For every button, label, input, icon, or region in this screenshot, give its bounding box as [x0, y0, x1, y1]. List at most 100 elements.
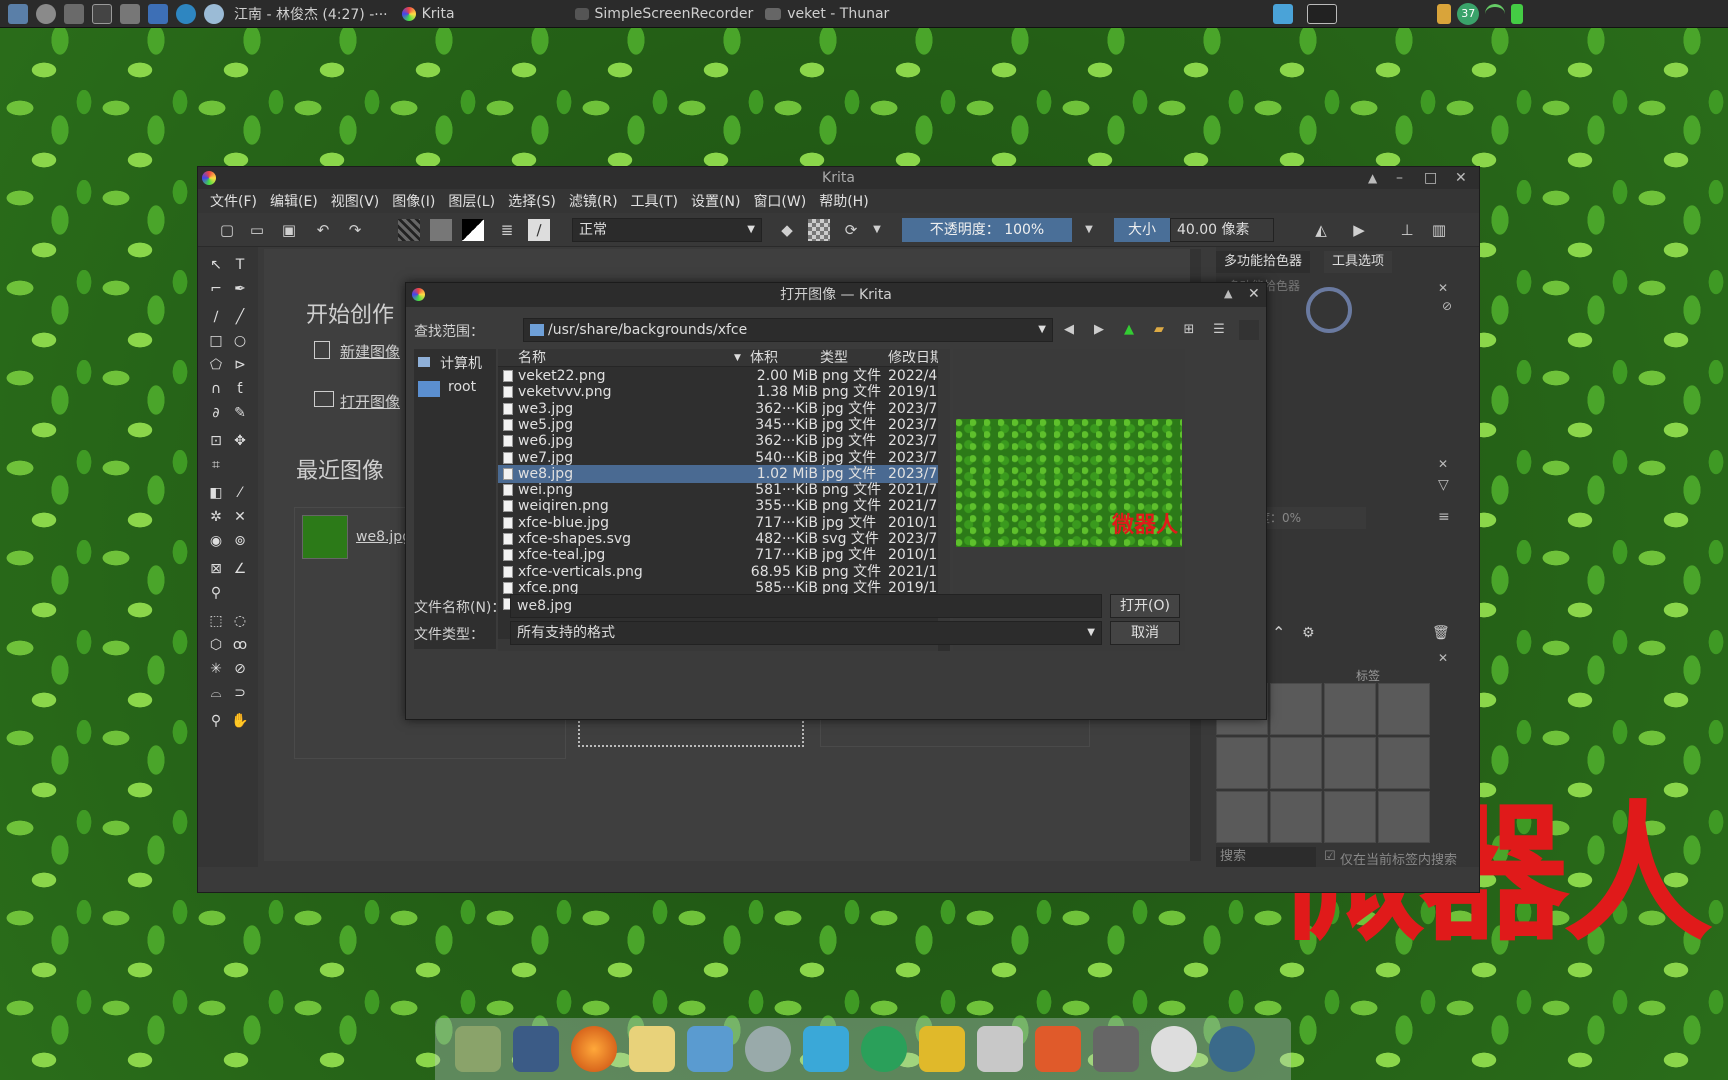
forward-icon[interactable]: ▶ — [1089, 320, 1109, 340]
chevron-down-icon[interactable]: ▼ — [1078, 219, 1100, 241]
taskbar-krita-item[interactable]: Krita — [422, 6, 455, 22]
file-row[interactable]: we5.jpg 345···KiB jpg 文件 2023/7 — [498, 416, 938, 434]
filter-icon[interactable]: ▽ — [1438, 477, 1449, 493]
close-icon[interactable]: ✕ — [1438, 281, 1448, 295]
brush-preset[interactable] — [1324, 683, 1376, 735]
brush-settings-icon[interactable]: ≣ — [496, 219, 518, 241]
smart-fill-icon[interactable]: ✕ — [230, 507, 250, 527]
text-tool-icon[interactable]: T — [230, 255, 250, 275]
chevron-down-icon[interactable]: ▼ — [866, 219, 888, 241]
open-button[interactable]: 打开(O) — [1110, 594, 1180, 618]
undo-icon[interactable]: ↶ — [312, 219, 334, 241]
tab-tool-options[interactable]: 工具选项 — [1324, 251, 1393, 273]
gradient-icon[interactable] — [398, 219, 420, 241]
file-row[interactable]: wei.png 581···KiB png 文件 2021/7 — [498, 481, 938, 499]
dock-rocket-icon[interactable] — [1035, 1026, 1081, 1072]
layer-properties-icon[interactable]: ⚙ — [1302, 625, 1315, 641]
filename-input[interactable]: we8.jpg — [510, 594, 1102, 618]
menu-filter[interactable]: 滤镜(R) — [569, 191, 618, 211]
checkmark-icon[interactable] — [176, 3, 196, 24]
menu-help[interactable]: 帮助(H) — [819, 191, 868, 211]
desktop-switch-icon[interactable] — [1273, 3, 1294, 24]
recent-thumbnail[interactable] — [302, 515, 348, 559]
file-row[interactable]: xfce-shapes.svg 482···KiB svg 文件 2023/7 — [498, 530, 938, 548]
brush-preset[interactable] — [1216, 737, 1268, 789]
ellipse-select-icon[interactable]: ◌ — [230, 611, 250, 631]
color-picker-icon[interactable]: ⁄ — [230, 483, 250, 503]
brush-preset[interactable] — [1378, 737, 1430, 789]
ellipse-tool-icon[interactable]: ○ — [230, 331, 250, 351]
file-row[interactable]: we7.jpg 540···KiB jpg 文件 2023/7 — [498, 449, 938, 467]
dock-disc-icon[interactable] — [745, 1026, 791, 1072]
new-folder-icon[interactable]: ▰ — [1149, 320, 1169, 340]
dock-notes-icon[interactable] — [919, 1026, 965, 1072]
opacity-slider[interactable]: 不透明度： 100% — [902, 218, 1072, 242]
back-icon[interactable]: ◀ — [1059, 320, 1079, 340]
media-play-icon[interactable] — [64, 3, 84, 24]
freehand-path-icon[interactable]: ƭ — [230, 379, 250, 399]
alpha-lock-icon[interactable] — [808, 219, 830, 241]
dock-settings-icon[interactable] — [1151, 1026, 1197, 1072]
assistant-tool-icon[interactable]: ⊠ — [206, 559, 226, 579]
maximize-icon[interactable]: □ — [1424, 167, 1437, 189]
freehand-select-icon[interactable]: ꝏ — [230, 635, 250, 655]
new-image-link[interactable]: 新建图像 — [340, 341, 400, 362]
dock-globe-icon[interactable] — [1209, 1026, 1255, 1072]
file-row[interactable]: xfce-teal.jpg 717···KiB jpg 文件 2010/1 — [498, 546, 938, 564]
file-row[interactable]: we3.jpg 362···KiB jpg 文件 2023/7 — [498, 400, 938, 418]
menu-tools[interactable]: 工具(T) — [631, 191, 678, 211]
zoom-tool-icon[interactable]: ⚲ — [206, 711, 226, 731]
size-slider-label[interactable]: 大小 — [1114, 218, 1170, 242]
settings-gear-icon[interactable] — [36, 3, 56, 24]
screenshot-icon[interactable] — [148, 3, 168, 24]
brush-preset[interactable] — [1378, 791, 1430, 843]
place-computer[interactable]: 计算机 — [440, 353, 482, 373]
file-row[interactable]: weiqiren.png 355···KiB png 文件 2021/7 — [498, 497, 938, 515]
reload-icon[interactable]: ⟳ — [840, 219, 862, 241]
crop-icon[interactable]: ⊥ — [1396, 219, 1418, 241]
menu-image[interactable]: 图像(I) — [392, 191, 435, 211]
dock-computer-icon[interactable] — [513, 1026, 559, 1072]
path-select[interactable]: /usr/share/backgrounds/xfce ▼ — [523, 318, 1053, 342]
close-icon[interactable]: ✕ — [1248, 286, 1260, 302]
open-image-link[interactable]: 打开图像 — [340, 391, 400, 412]
brush-preset[interactable] — [1216, 791, 1268, 843]
close-icon[interactable]: ✕ — [1438, 651, 1448, 665]
move-up-icon[interactable]: ⌃ — [1272, 623, 1285, 642]
save-icon[interactable]: ▣ — [278, 219, 300, 241]
file-row[interactable]: we6.jpg 362···KiB jpg 文件 2023/7 — [498, 432, 938, 450]
redo-icon[interactable]: ↷ — [344, 219, 366, 241]
menu-window[interactable]: 窗口(W) — [753, 191, 806, 211]
brush-preset[interactable] — [1378, 683, 1430, 735]
menu-icon[interactable]: ≡ — [1438, 509, 1450, 525]
bezier-select-icon[interactable]: ⌓ — [206, 683, 226, 703]
mirror-vertical-icon[interactable]: ▶ — [1348, 219, 1370, 241]
measure-tool-icon[interactable]: ∠ — [230, 559, 250, 579]
fill-tool-icon[interactable]: ◉ — [206, 531, 226, 551]
reference-tool-icon[interactable]: ⚲ — [206, 583, 226, 603]
printer-icon[interactable] — [120, 3, 140, 24]
column-date[interactable]: 修改日期 — [888, 349, 944, 367]
color-swap-icon[interactable] — [462, 219, 484, 241]
calligraphy-icon[interactable]: ✒ — [230, 279, 250, 299]
menu-settings[interactable]: 设置(N) — [691, 191, 740, 211]
brush-preset[interactable] — [1270, 683, 1322, 735]
brush-preset-icon[interactable]: ∕ — [528, 219, 550, 241]
tag-label[interactable]: 标签 — [1356, 667, 1380, 684]
polygon-tool-icon[interactable]: ⬠ — [206, 355, 226, 375]
menu-view[interactable]: 视图(V) — [331, 191, 380, 211]
menu-select[interactable]: 选择(S) — [508, 191, 556, 211]
dock-notepad-icon[interactable] — [629, 1026, 675, 1072]
cancel-button[interactable]: 取消 — [1110, 621, 1180, 645]
magic-wand-icon[interactable]: ✳ — [206, 659, 226, 679]
taskbar-music-item[interactable]: 江南 - 林俊杰 (4:27) -··· — [234, 4, 388, 24]
pan-tool-icon[interactable]: ✋ — [230, 711, 250, 731]
workspace-icon[interactable]: ▥ — [1428, 219, 1450, 241]
bezier-tool-icon[interactable]: ∩ — [206, 379, 226, 399]
crop-tool-icon[interactable]: ⌗ — [206, 455, 226, 475]
move-tool-icon[interactable]: ✥ — [230, 431, 250, 451]
enclose-fill-icon[interactable]: ⊚ — [230, 531, 250, 551]
brush-tool-icon[interactable]: ∕ — [206, 307, 226, 327]
rectangle-tool-icon[interactable]: □ — [206, 331, 226, 351]
transform-tool-icon[interactable]: ⊡ — [206, 431, 226, 451]
